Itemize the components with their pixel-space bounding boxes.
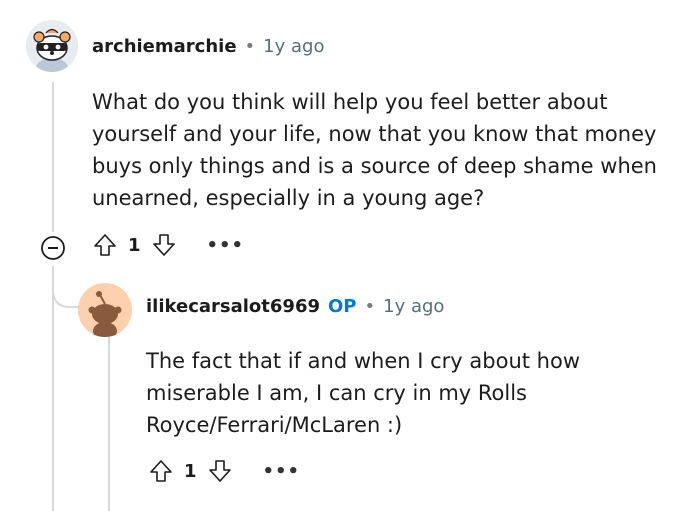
- upvote-arrow-icon: [150, 460, 172, 482]
- timestamp[interactable]: 1y ago: [383, 296, 444, 317]
- comment-thread: archiemarchie • 1y ago What do you think…: [0, 0, 700, 511]
- upvote-button[interactable]: [90, 230, 120, 260]
- more-options-button[interactable]: •••: [263, 456, 301, 486]
- upvote-arrow-icon: [94, 234, 116, 256]
- reply-thread-line[interactable]: [108, 336, 110, 511]
- thread-line[interactable]: [52, 266, 54, 511]
- avatar[interactable]: [26, 20, 78, 72]
- comment-actions: 1 •••: [90, 230, 244, 260]
- timestamp[interactable]: 1y ago: [263, 36, 324, 57]
- comment-header: ilikecarsalot6969 OP • 1y ago: [146, 296, 444, 317]
- comment-header: archiemarchie • 1y ago: [92, 36, 324, 57]
- snoo-avatar-icon: [26, 20, 78, 72]
- avatar[interactable]: [78, 283, 132, 337]
- vote-count: 1: [128, 234, 141, 256]
- thread-line[interactable]: [52, 82, 54, 232]
- comment-text: The fact that if and when I cry about ho…: [146, 349, 580, 437]
- downvote-button[interactable]: [149, 230, 179, 260]
- username[interactable]: archiemarchie: [92, 36, 237, 57]
- separator-dot: •: [364, 296, 376, 317]
- username[interactable]: ilikecarsalot6969: [146, 296, 320, 317]
- upvote-button[interactable]: [146, 456, 176, 486]
- separator-dot: •: [244, 36, 256, 57]
- vote-count: 1: [184, 460, 197, 482]
- comment-actions: 1 •••: [146, 456, 300, 486]
- downvote-arrow-icon: [152, 234, 175, 256]
- collapse-minus-icon: [41, 236, 65, 260]
- more-options-button[interactable]: •••: [207, 230, 245, 260]
- snoo-avatar-icon: [78, 283, 132, 337]
- collapse-button[interactable]: [38, 233, 68, 263]
- downvote-arrow-icon: [208, 460, 231, 482]
- downvote-button[interactable]: [205, 456, 235, 486]
- reply-connector: [52, 266, 82, 308]
- op-badge: OP: [328, 296, 357, 317]
- comment-text: What do you think will help you feel bet…: [92, 90, 657, 210]
